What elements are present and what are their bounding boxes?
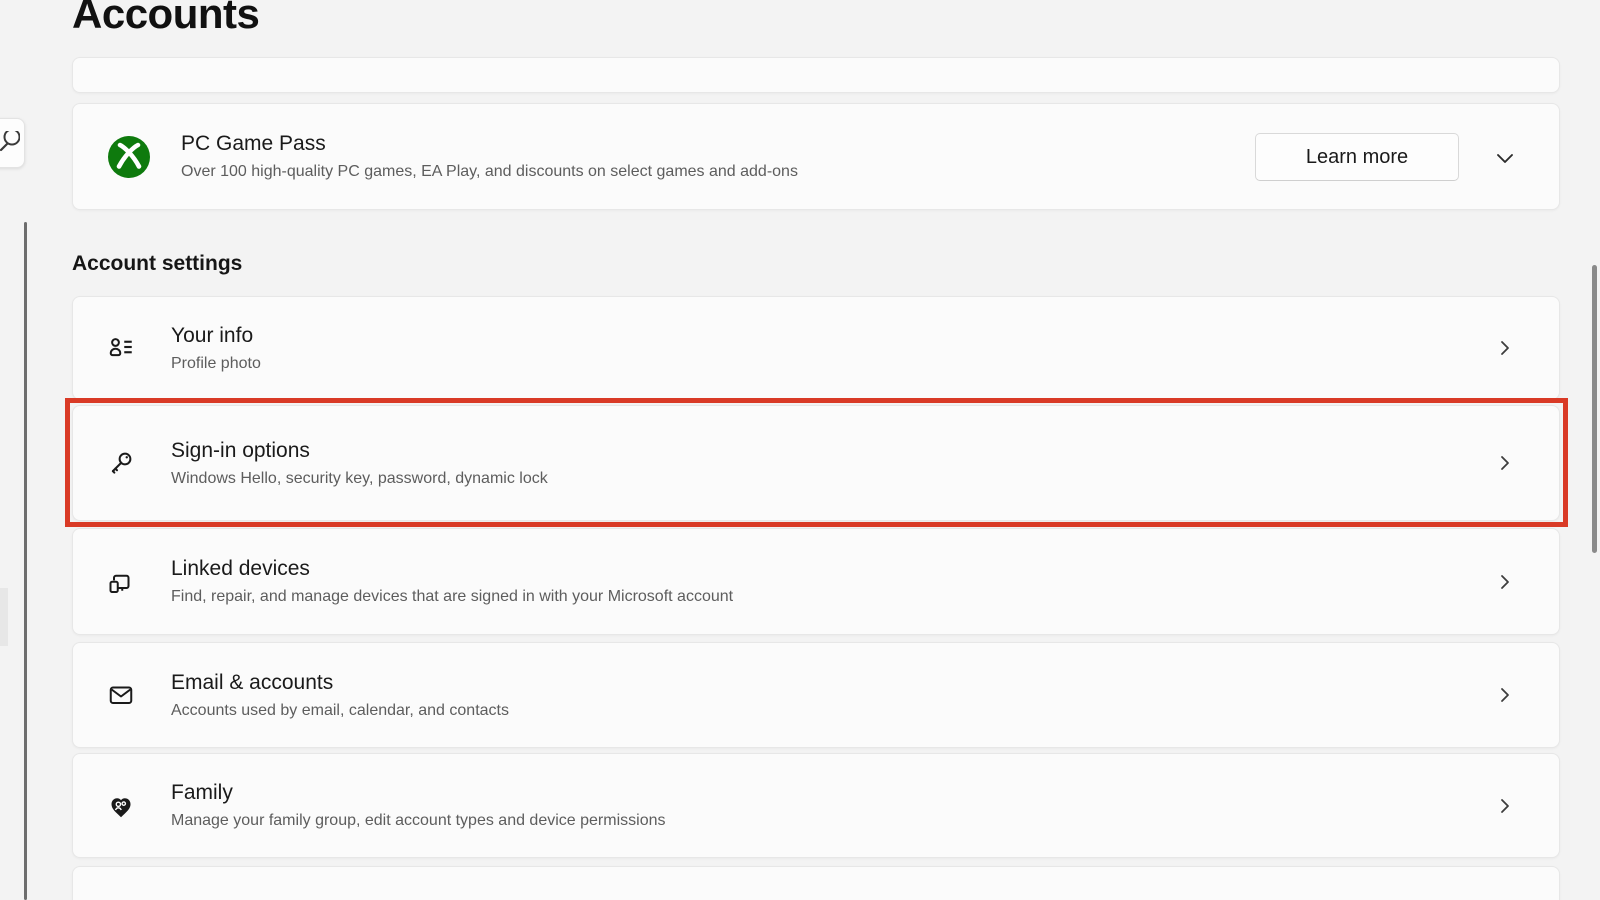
row-text: Linked devices Find, repair, and manage … bbox=[171, 557, 733, 606]
row-family[interactable]: Family Manage your family group, edit ac… bbox=[72, 753, 1560, 858]
chevron-right-icon bbox=[1495, 338, 1515, 358]
chevron-right-icon bbox=[1495, 572, 1515, 592]
nav-scrollbar[interactable] bbox=[24, 222, 27, 900]
row-linked-devices[interactable]: Linked devices Find, repair, and manage … bbox=[72, 528, 1560, 635]
row-subtitle: Manage your family group, edit account t… bbox=[171, 812, 665, 830]
row-subtitle: Accounts used by email, calendar, and co… bbox=[171, 702, 509, 720]
chevron-right-icon bbox=[1495, 796, 1515, 816]
row-text: Your info Profile photo bbox=[171, 324, 261, 373]
promo-text: PC Game Pass Over 100 high-quality PC ga… bbox=[181, 132, 798, 181]
key-icon bbox=[106, 448, 136, 478]
nav-selected-item-fragment bbox=[0, 588, 8, 646]
page-title: Accounts bbox=[72, 0, 259, 35]
xbox-logo-icon bbox=[108, 136, 150, 178]
chevron-down-icon[interactable] bbox=[1493, 146, 1517, 170]
section-header: Account settings bbox=[72, 252, 242, 276]
page-scrollbar-thumb[interactable] bbox=[1592, 265, 1597, 553]
learn-more-button[interactable]: Learn more bbox=[1255, 133, 1459, 181]
your-info-icon bbox=[106, 333, 136, 363]
row-email-accounts[interactable]: Email & accounts Accounts used by email,… bbox=[72, 642, 1560, 748]
pc-game-pass-card: PC Game Pass Over 100 high-quality PC ga… bbox=[72, 103, 1560, 210]
row-text: Family Manage your family group, edit ac… bbox=[171, 781, 665, 830]
nav-search-box-fragment[interactable] bbox=[0, 118, 25, 168]
settings-accounts-page: Accounts PC Game Pass Over 100 high-qual… bbox=[0, 0, 1600, 900]
row-title: Sign-in options bbox=[171, 439, 548, 463]
row-subtitle: Windows Hello, security key, password, d… bbox=[171, 470, 548, 488]
row-sign-in-options[interactable]: Sign-in options Windows Hello, security … bbox=[72, 405, 1560, 521]
linked-devices-icon bbox=[106, 567, 136, 597]
chevron-right-icon bbox=[1495, 453, 1515, 473]
email-icon bbox=[106, 680, 136, 710]
row-text: Email & accounts Accounts used by email,… bbox=[171, 671, 509, 720]
promo-subtitle: Over 100 high-quality PC games, EA Play,… bbox=[181, 163, 798, 181]
promo-title: PC Game Pass bbox=[181, 132, 798, 156]
row-title: Linked devices bbox=[171, 557, 733, 581]
partial-card-top[interactable] bbox=[72, 57, 1560, 93]
chevron-right-icon bbox=[1495, 685, 1515, 705]
family-icon bbox=[106, 791, 136, 821]
search-icon bbox=[0, 131, 20, 153]
partial-card-bottom[interactable] bbox=[72, 866, 1560, 900]
row-title: Your info bbox=[171, 324, 261, 348]
row-subtitle: Profile photo bbox=[171, 355, 261, 373]
row-your-info[interactable]: Your info Profile photo bbox=[72, 296, 1560, 400]
row-title: Family bbox=[171, 781, 665, 805]
row-text: Sign-in options Windows Hello, security … bbox=[171, 439, 548, 488]
row-subtitle: Find, repair, and manage devices that ar… bbox=[171, 588, 733, 606]
row-title: Email & accounts bbox=[171, 671, 509, 695]
